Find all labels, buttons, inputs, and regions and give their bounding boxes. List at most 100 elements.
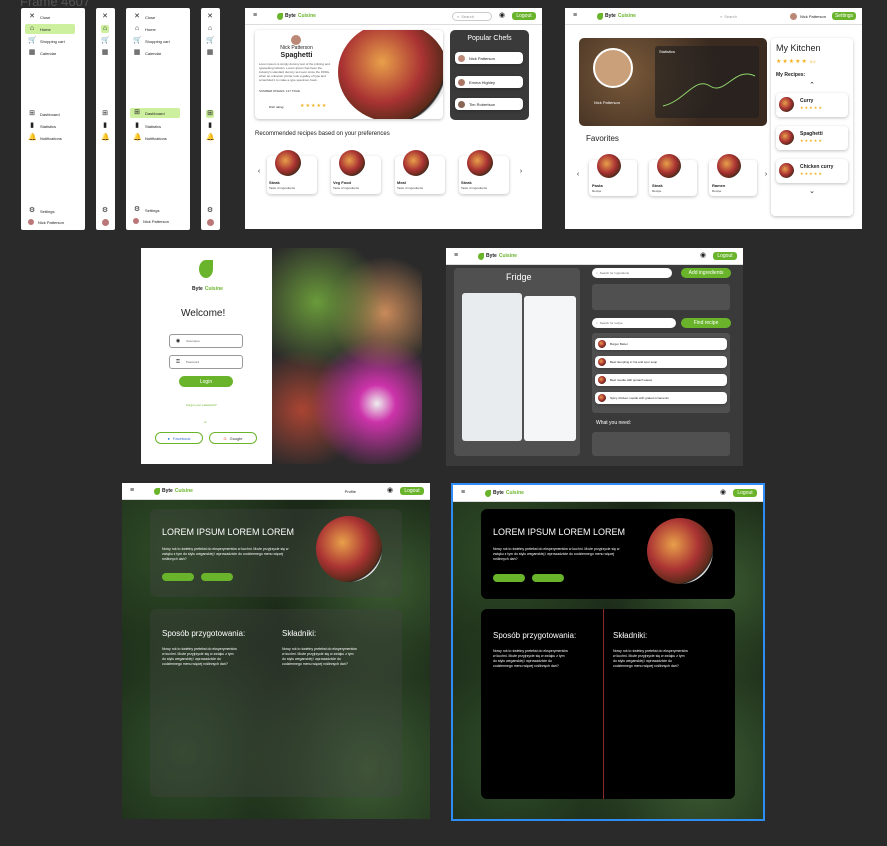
sidebar-item-statistics[interactable]: ▮ Statistics	[130, 121, 164, 131]
favorite-card[interactable]: Pasta Recipe	[589, 154, 637, 196]
sidebar-item-statistics[interactable]: ▮ Statistics	[25, 121, 59, 131]
chef-item[interactable]: Nick Patterson	[455, 52, 523, 64]
logout-button[interactable]: Logout	[713, 252, 737, 260]
menu-icon[interactable]: ≡	[459, 489, 467, 497]
my-recipe-item[interactable]: Curry ★★★★★	[776, 93, 848, 117]
sidebar-item-dashboard[interactable]: ⊞ Dashboard	[25, 109, 63, 119]
user-icon[interactable]: ◉	[498, 12, 506, 20]
profile-link[interactable]: Profile	[345, 489, 356, 494]
action-button[interactable]	[201, 573, 233, 581]
sidebar-item-settings[interactable]: ⚙ Settings	[130, 205, 162, 215]
sidebar-user[interactable]: Nick Patterson	[130, 216, 172, 226]
login-button[interactable]: Login	[179, 376, 233, 387]
dashboard-icon[interactable]: ⊞	[101, 110, 109, 118]
action-button[interactable]	[532, 574, 564, 582]
username-field[interactable]: ◉ Username	[169, 334, 243, 348]
my-recipe-item[interactable]: Chicken curry ★★★★★	[776, 159, 848, 183]
logout-button[interactable]: Logout	[400, 487, 424, 495]
featured-recipe-card[interactable]: Nick Patterson Spaghetti Lorem ipsum is …	[255, 30, 443, 119]
my-recipe-item[interactable]: Spaghetti ★★★★★	[776, 126, 848, 150]
user-icon[interactable]: ◉	[719, 489, 727, 497]
result-item[interactable]: Beef noodle with spinach sauce	[595, 374, 727, 386]
chevron-right-icon[interactable]: ›	[762, 171, 770, 179]
sidebar-item-settings[interactable]: ⚙ Settings	[25, 206, 57, 216]
password-field[interactable]: ⚿ Password	[169, 355, 243, 369]
chevron-left-icon[interactable]: ‹	[574, 171, 582, 179]
cart-icon[interactable]: 🛒	[206, 37, 215, 45]
find-recipe-button[interactable]: Find recipe	[681, 318, 731, 328]
calendar-icon[interactable]: ▦	[101, 49, 109, 57]
home-icon: ⌂	[29, 25, 35, 32]
sidebar-item-calendar[interactable]: ▦ Calendar	[130, 48, 164, 58]
sidebar-item-notifications[interactable]: 🔔 Notifications	[130, 133, 170, 143]
result-item[interactable]: Burger Better	[595, 338, 727, 350]
recipe-card[interactable]: Meal Taste of ingredients	[395, 150, 445, 194]
result-item[interactable]: Beef dumpling in hot and sour soup	[595, 356, 727, 368]
calendar-icon[interactable]: ▦	[206, 49, 214, 57]
home-icon[interactable]: ⌂	[206, 25, 214, 33]
user-icon[interactable]: ◉	[386, 487, 394, 495]
close-button[interactable]: ✕ Close	[130, 12, 158, 22]
action-button[interactable]	[493, 574, 525, 582]
recipe-search-input[interactable]: ⌕ Search for recipe	[592, 318, 676, 328]
facebook-button[interactable]: ● Facebook	[155, 432, 203, 444]
cart-icon[interactable]: 🛒	[101, 37, 110, 45]
sidebar-item-calendar[interactable]: ▦ Calendar	[25, 48, 59, 58]
menu-icon[interactable]: ≡	[251, 12, 259, 20]
chart-icon[interactable]: ▮	[101, 122, 109, 130]
recipe-card[interactable]: Steak Taste of ingredients	[459, 150, 509, 194]
user-icon[interactable]: ◉	[699, 252, 707, 260]
chevron-left-icon[interactable]: ‹	[255, 168, 263, 176]
avatar[interactable]	[789, 12, 797, 20]
close-button[interactable]: ✕ Close	[25, 12, 53, 22]
chevron-up-icon[interactable]: ⌃	[808, 82, 816, 90]
avatar[interactable]	[207, 219, 214, 226]
sidebar-item-cart[interactable]: 🛒 Shopping cart	[130, 36, 173, 46]
menu-icon[interactable]: ≡	[452, 252, 460, 260]
leaf-icon	[154, 487, 160, 495]
bell-icon[interactable]: 🔔	[101, 134, 110, 142]
search-input[interactable]: ⌕ Search	[720, 14, 760, 19]
bell-icon[interactable]: 🔔	[206, 134, 215, 142]
sidebar-item-cart[interactable]: 🛒 Shopping cart	[25, 36, 68, 46]
logout-button[interactable]: Logout	[733, 489, 757, 497]
recipe-card[interactable]: Steak Taste of ingredients	[267, 150, 317, 194]
google-button[interactable]: G Google	[209, 432, 257, 444]
chef-item[interactable]: Emma Highley	[455, 76, 523, 88]
star-rating: ★★★★★	[800, 138, 823, 143]
home-icon: ⌂	[134, 25, 140, 32]
avatar	[133, 218, 139, 224]
my-kitchen-panel: My Kitchen ★★★★★ 5.0 My Recipes: ⌃ Curry ★…	[771, 38, 853, 216]
menu-icon[interactable]: ≡	[571, 12, 579, 20]
profile-banner: Nick Patterson Statistics	[579, 38, 767, 126]
recipe-card[interactable]: Veg Food Taste of ingredients	[331, 150, 381, 194]
chef-item[interactable]: Tim Robertson	[455, 98, 523, 110]
gear-icon[interactable]: ⚙	[101, 207, 109, 215]
sidebar-item-dashboard[interactable]: ⊞ Dashboard	[130, 108, 180, 118]
sidebar-item-notifications[interactable]: 🔔 Notifications	[25, 133, 65, 143]
favorite-card[interactable]: Steak Recipe	[649, 154, 697, 196]
sidebar-item-home[interactable]: ⌂ Home	[25, 24, 75, 34]
avatar[interactable]	[102, 219, 109, 226]
sidebar-user[interactable]: Nick Patterson	[25, 217, 67, 227]
chevron-down-icon[interactable]: ⌄	[808, 188, 816, 196]
gear-icon[interactable]: ⚙	[206, 207, 214, 215]
action-button[interactable]	[162, 573, 194, 581]
settings-button[interactable]: Settings	[832, 12, 856, 20]
chart-icon[interactable]: ▮	[206, 122, 214, 130]
dashboard-icon[interactable]: ⊞	[206, 110, 214, 118]
result-item[interactable]: Spicy chicken noodle with grated ornamen…	[595, 392, 727, 404]
sidebar-item-home[interactable]: ⌂ Home	[130, 24, 159, 34]
home-icon[interactable]: ⌂	[101, 25, 109, 33]
menu-icon[interactable]: ≡	[128, 487, 136, 495]
add-ingredients-button[interactable]: Add ingredients	[681, 268, 731, 278]
close-icon[interactable]: ✕	[206, 13, 214, 21]
chevron-right-icon[interactable]: ›	[517, 168, 525, 176]
avatar	[28, 219, 34, 225]
logout-button[interactable]: Logout	[512, 12, 536, 20]
ingredient-search-input[interactable]: ⌕ Search for ingredients	[592, 268, 672, 278]
close-icon[interactable]: ✕	[101, 13, 109, 21]
forgot-password-link[interactable]: Forgot your password?	[186, 403, 217, 407]
search-input[interactable]: ⌕ Search	[452, 11, 492, 21]
favorite-card[interactable]: Ramen Recipe	[709, 154, 757, 196]
